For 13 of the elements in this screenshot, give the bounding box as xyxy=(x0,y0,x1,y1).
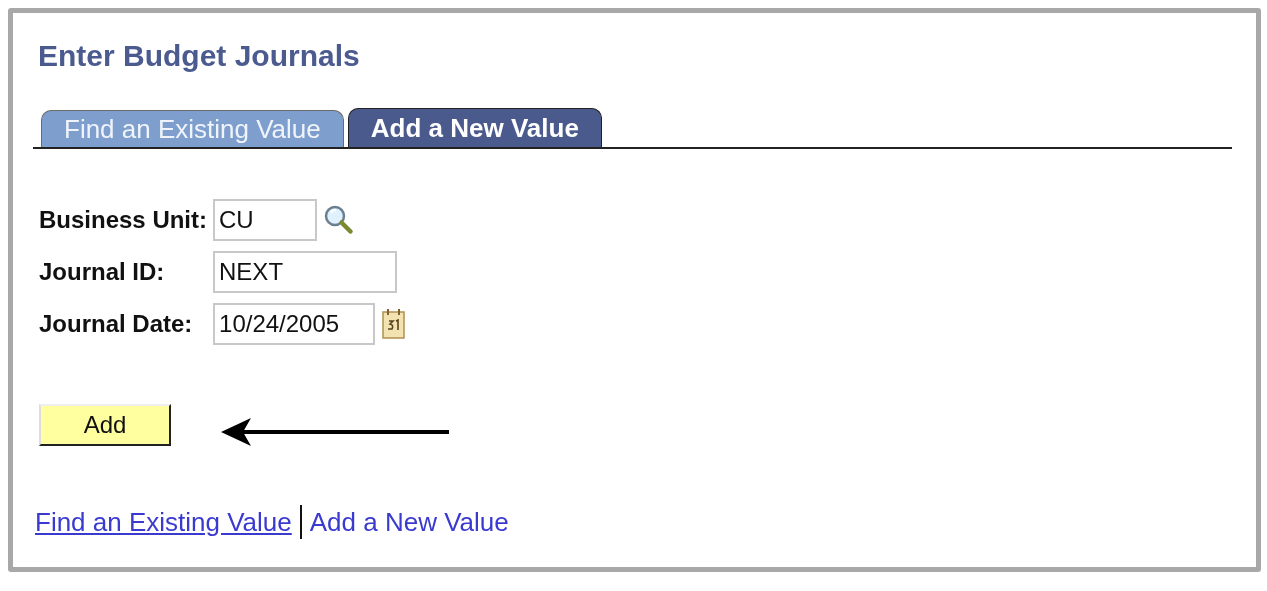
search-icon[interactable] xyxy=(323,204,356,236)
field-label: Journal ID: xyxy=(39,258,166,286)
field-label: Business Unit: xyxy=(39,206,208,234)
input-field[interactable]: NEXT xyxy=(213,251,398,293)
calendar-icon[interactable] xyxy=(381,308,408,340)
add-button[interactable]: Add xyxy=(39,404,171,446)
field-label: Journal Date: xyxy=(39,310,194,338)
tab[interactable]: Add a New Value xyxy=(347,108,602,147)
input-field[interactable]: 10/24/2005 xyxy=(213,303,376,345)
input-field[interactable]: CU xyxy=(213,199,318,241)
link[interactable]: Find an Existing Value xyxy=(35,506,292,538)
link[interactable]: Add a New Value xyxy=(309,506,509,538)
page-title: Enter Budget Journals xyxy=(38,39,361,73)
